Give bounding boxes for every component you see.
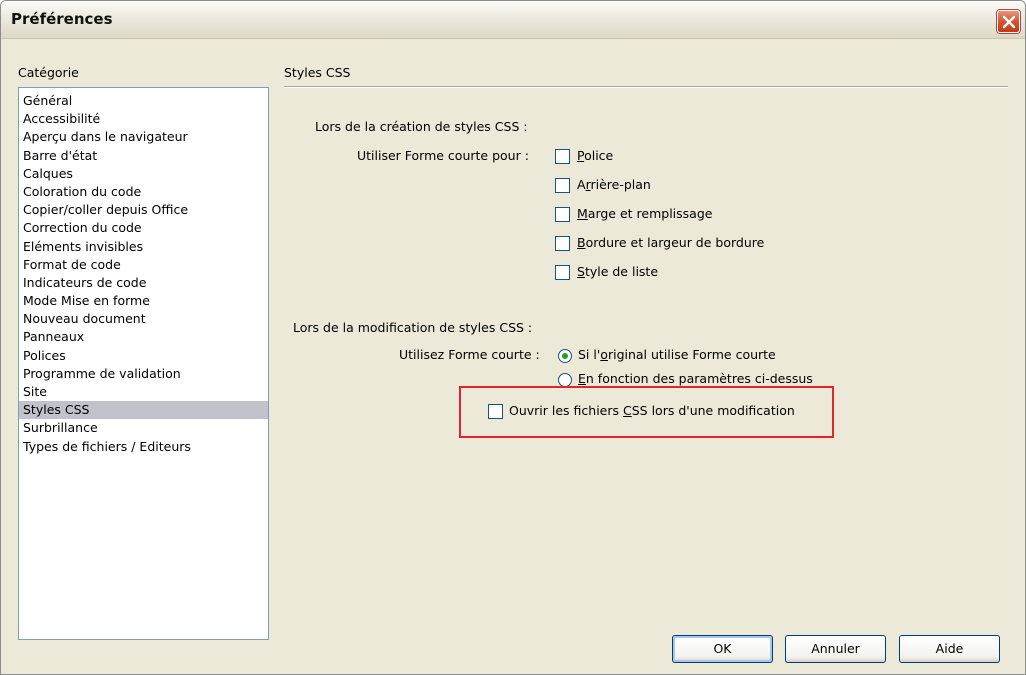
category-list[interactable]: Général Accessibilité Aperçu dans le nav… [18, 87, 269, 640]
background-option-label[interactable]: Arrière-plan [577, 177, 651, 192]
category-item[interactable]: Eléments invisibles [19, 238, 268, 256]
list-style-option-label[interactable]: Style de liste [577, 264, 658, 279]
shorthand-label: Utiliser Forme courte pour : [357, 148, 529, 163]
category-label: Catégorie [18, 65, 79, 80]
cancel-button[interactable]: Annuler [785, 635, 886, 663]
margin-padding-option-label[interactable]: Marge et remplissage [577, 206, 712, 221]
category-item[interactable]: Copier/coller depuis Office [19, 201, 268, 219]
category-item[interactable]: Aperçu dans le navigateur [19, 128, 268, 146]
font-option-label[interactable]: Police [577, 148, 613, 163]
category-item[interactable]: Format de code [19, 256, 268, 274]
radio-selected-dot [562, 353, 568, 359]
help-button[interactable]: Aide [899, 635, 1000, 663]
if-original-label[interactable]: Si l'original utilise Forme courte [578, 347, 776, 362]
category-item[interactable]: Calques [19, 165, 268, 183]
category-item[interactable]: Barre d'état [19, 147, 268, 165]
modification-heading: Lors de la modification de styles CSS : [293, 320, 533, 335]
font-checkbox[interactable] [555, 149, 570, 164]
margin-padding-checkbox[interactable] [555, 207, 570, 222]
category-item[interactable]: Accessibilité [19, 110, 268, 128]
category-item[interactable]: Indicateurs de code [19, 274, 268, 292]
section-title: Styles CSS [284, 65, 351, 80]
section-divider [284, 86, 1008, 88]
background-checkbox[interactable] [555, 178, 570, 193]
creation-heading: Lors de la création de styles CSS : [315, 119, 528, 134]
category-item[interactable]: Panneaux [19, 328, 268, 346]
per-settings-label[interactable]: En fonction des paramètres ci-dessus [578, 371, 813, 386]
category-item[interactable]: Surbrillance [19, 419, 268, 437]
category-item[interactable]: Correction du code [19, 219, 268, 237]
category-item[interactable]: Types de fichiers / Editeurs [19, 438, 268, 456]
category-item[interactable]: Nouveau document [19, 310, 268, 328]
category-item[interactable]: Général [19, 92, 268, 110]
category-item[interactable]: Polices [19, 347, 268, 365]
edit-shorthand-label: Utilisez Forme courte : [399, 347, 540, 362]
list-style-checkbox[interactable] [555, 265, 570, 280]
border-option-label[interactable]: Bordure et largeur de bordure [577, 235, 764, 250]
category-item[interactable]: Site [19, 383, 268, 401]
open-css-checkbox[interactable] [488, 404, 503, 419]
category-item[interactable]: Mode Mise en forme [19, 292, 268, 310]
radio-per-settings[interactable] [558, 373, 572, 387]
ok-button[interactable]: OK [672, 635, 773, 663]
border-checkbox[interactable] [555, 236, 570, 251]
open-css-label[interactable]: Ouvrir les fichiers CSS lors d'une modif… [509, 403, 795, 418]
dialog-title: Préférences [11, 10, 113, 28]
category-item-selected[interactable]: Styles CSS [19, 401, 268, 420]
category-item[interactable]: Coloration du code [19, 183, 268, 201]
title-bar[interactable]: Préférences [1, 1, 1025, 39]
preferences-dialog: Préférences Catégorie Général Accessibil… [0, 0, 1026, 675]
radio-if-original[interactable] [558, 349, 572, 363]
close-button[interactable] [997, 10, 1020, 33]
category-item[interactable]: Programme de validation [19, 365, 268, 383]
